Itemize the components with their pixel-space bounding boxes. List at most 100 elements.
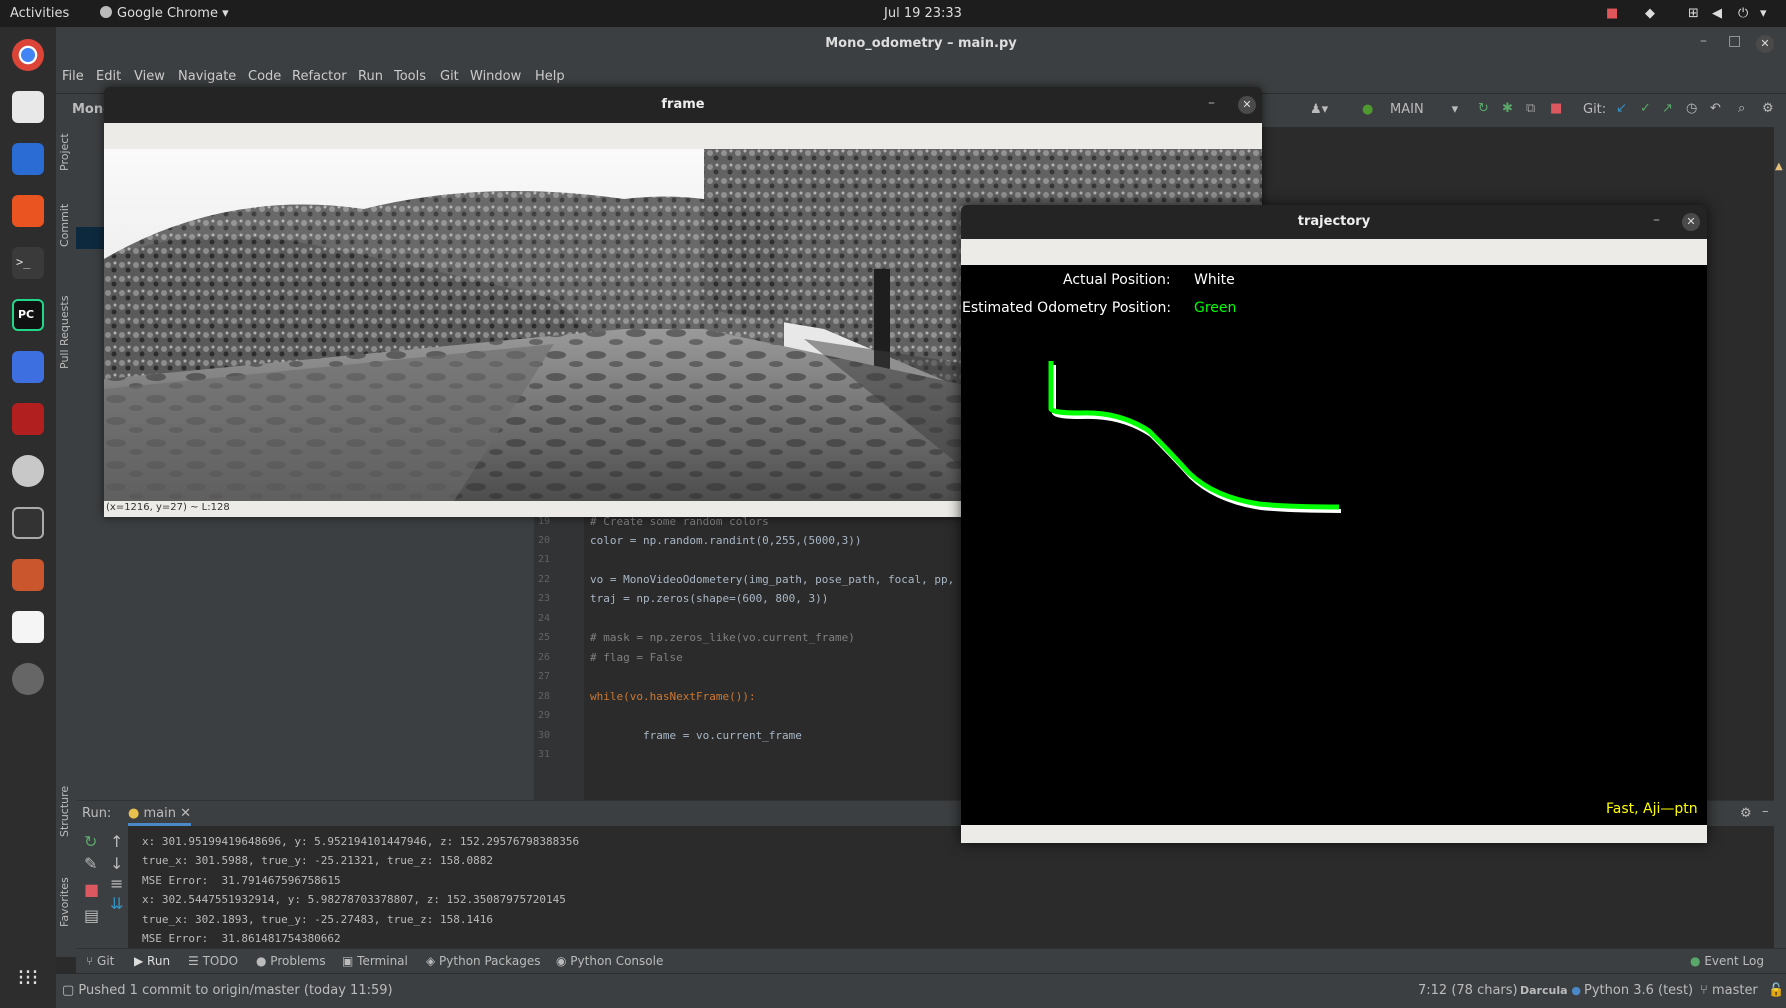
hide-panel-icon[interactable]: – xyxy=(1762,804,1769,819)
tool-structure[interactable]: Structure xyxy=(58,786,71,837)
tool-favorites[interactable]: Favorites xyxy=(58,877,71,927)
right-tool-strip: ▲ xyxy=(1774,127,1786,957)
menu-refactor[interactable]: Refactor xyxy=(292,69,347,84)
code-line: frame = vo.current_frame xyxy=(590,729,802,742)
camera-icon[interactable] xyxy=(12,455,44,487)
user-icon[interactable]: ♟▾ xyxy=(1310,102,1328,117)
rerun-icon[interactable]: ↻ xyxy=(84,832,97,851)
files-icon[interactable] xyxy=(12,91,44,123)
tab-python-packages[interactable]: ◈ Python Packages xyxy=(426,954,540,968)
shield-icon[interactable]: ◆ xyxy=(1645,6,1655,21)
chrome-app-menu[interactable]: Google Chrome ▾ xyxy=(100,6,229,21)
clock[interactable]: Jul 19 23:33 xyxy=(884,6,962,21)
branch-selector[interactable]: ⑂ master xyxy=(1700,983,1758,998)
power-icon[interactable]: ⏻ xyxy=(1738,6,1748,21)
menu-file[interactable]: File xyxy=(62,69,84,84)
interpreter-selector[interactable]: Python 3.6 (test) xyxy=(1584,983,1693,998)
recording-icon[interactable]: ■ xyxy=(1606,6,1618,21)
theme-indicator[interactable]: Darcula ● xyxy=(1520,984,1581,997)
run-tab-main[interactable]: ● main ✕ xyxy=(128,806,191,826)
menu-edit[interactable]: Edit xyxy=(96,69,121,84)
magnifier-icon[interactable] xyxy=(12,663,44,695)
minimize-icon[interactable]: – xyxy=(1700,33,1707,49)
app-grid-icon[interactable]: ⁝⁝⁝ xyxy=(12,963,44,995)
line-number: 20 xyxy=(538,535,551,546)
python-icon: ● xyxy=(128,806,144,821)
network-icon[interactable]: ⊞ xyxy=(1688,6,1699,21)
scroll-down-icon[interactable]: ↓ xyxy=(110,854,123,873)
tab-problems[interactable]: ● Problems xyxy=(256,954,326,968)
menu-view[interactable]: View xyxy=(134,69,165,84)
terminal-icon[interactable]: >_ xyxy=(12,247,44,279)
tab-python-console[interactable]: ◉ Python Console xyxy=(556,954,663,968)
settings-icon[interactable]: ⚙ xyxy=(1762,101,1774,116)
scroll-up-icon[interactable]: ↑ xyxy=(110,832,123,851)
selected-tree-row[interactable] xyxy=(76,227,106,249)
writer-icon[interactable] xyxy=(12,143,44,175)
system-menu-icon[interactable]: ▾ xyxy=(1760,6,1767,21)
python-icon: ● xyxy=(1362,102,1374,117)
git-commit-icon[interactable]: ✓ xyxy=(1640,101,1651,116)
activities-button[interactable]: Activities xyxy=(10,6,69,21)
menu-code[interactable]: Code xyxy=(248,69,281,84)
warning-icon[interactable]: ▲ xyxy=(1775,161,1783,172)
chrome-icon[interactable] xyxy=(12,39,44,71)
menu-tools[interactable]: Tools xyxy=(394,69,426,84)
minimize-icon[interactable]: – xyxy=(1653,212,1660,228)
output-line: MSE Error: 31.791467596758615 xyxy=(142,874,341,887)
coverage-icon[interactable]: ⧉ xyxy=(1526,101,1535,116)
settings-icon[interactable]: ⚙ xyxy=(1740,806,1752,821)
close-icon[interactable]: ✕ xyxy=(1682,213,1700,231)
git-update-icon[interactable]: ↙ xyxy=(1616,101,1627,116)
scroll-end-icon[interactable]: ⇊ xyxy=(110,894,123,913)
tool-pull-requests[interactable]: Pull Requests xyxy=(58,296,71,369)
software-icon[interactable] xyxy=(12,195,44,227)
presentation-icon[interactable] xyxy=(12,559,44,591)
tool-commit[interactable]: Commit xyxy=(58,204,71,247)
close-icon[interactable]: ✕ xyxy=(1238,96,1256,114)
soft-wrap-icon[interactable]: ≡ xyxy=(110,874,123,893)
status-message[interactable]: ▢ Pushed 1 commit to origin/master (toda… xyxy=(62,983,393,998)
line-number: 26 xyxy=(538,652,551,663)
image-viewer-icon[interactable] xyxy=(12,507,44,539)
pycharm-icon[interactable]: PC xyxy=(12,299,44,331)
minimize-icon[interactable]: – xyxy=(1208,95,1215,111)
wrench-icon[interactable]: ✎ xyxy=(84,854,97,873)
rollback-icon[interactable]: ↶ xyxy=(1710,101,1721,116)
rerun-icon[interactable]: ↻ xyxy=(1478,101,1489,116)
tool-project[interactable]: Project xyxy=(58,133,71,171)
history-icon[interactable]: ◷ xyxy=(1686,101,1697,116)
tool-window-bar: ⑂ Git ▶ Run ☰ TODO ● Problems ▣ Terminal… xyxy=(76,948,1786,973)
line-number: 19 xyxy=(538,516,551,527)
footer-label: Fast, Aji—ptn xyxy=(1606,801,1698,817)
lock-icon[interactable]: 🔓 xyxy=(1768,983,1784,998)
cursor-position[interactable]: 7:12 (78 chars) xyxy=(1418,983,1518,998)
stop-icon[interactable]: ■ xyxy=(84,880,99,899)
output-line: true_x: 302.1893, true_y: -25.27483, tru… xyxy=(142,913,493,926)
run-config-select[interactable]: MAIN ▾ xyxy=(1390,102,1458,117)
debug-icon[interactable]: ✱ xyxy=(1502,101,1513,116)
git-push-icon[interactable]: ↗ xyxy=(1662,101,1673,116)
maximize-icon[interactable]: □ xyxy=(1728,33,1741,49)
frame-window-title: frame xyxy=(661,97,705,112)
text-editor-icon[interactable] xyxy=(12,611,44,643)
menu-help[interactable]: Help xyxy=(535,69,565,84)
close-icon[interactable]: ✕ xyxy=(1756,35,1774,53)
menu-run[interactable]: Run xyxy=(358,69,383,84)
trajectory-canvas[interactable]: Actual Position: White Estimated Odometr… xyxy=(961,265,1707,825)
stop-icon[interactable]: ■ xyxy=(1550,101,1562,116)
tab-run[interactable]: ▶ Run xyxy=(134,954,170,968)
layout-icon[interactable]: ▤ xyxy=(84,906,99,925)
menu-navigate[interactable]: Navigate xyxy=(178,69,236,84)
tab-git[interactable]: ⑂ Git xyxy=(86,954,114,968)
menu-window[interactable]: Window xyxy=(470,69,521,84)
tab-terminal[interactable]: ▣ Terminal xyxy=(342,954,408,968)
volume-icon[interactable]: ◀ xyxy=(1712,6,1722,21)
trajectory-window[interactable]: trajectory – ✕ Actual Position: White Es… xyxy=(961,205,1707,843)
menu-git[interactable]: Git xyxy=(440,69,459,84)
screenshot-icon[interactable] xyxy=(12,351,44,383)
tab-todo[interactable]: ☰ TODO xyxy=(188,954,238,968)
event-log-button[interactable]: ● Event Log xyxy=(1690,954,1764,968)
video-icon[interactable] xyxy=(12,403,44,435)
search-icon[interactable]: ⌕ xyxy=(1738,101,1745,116)
